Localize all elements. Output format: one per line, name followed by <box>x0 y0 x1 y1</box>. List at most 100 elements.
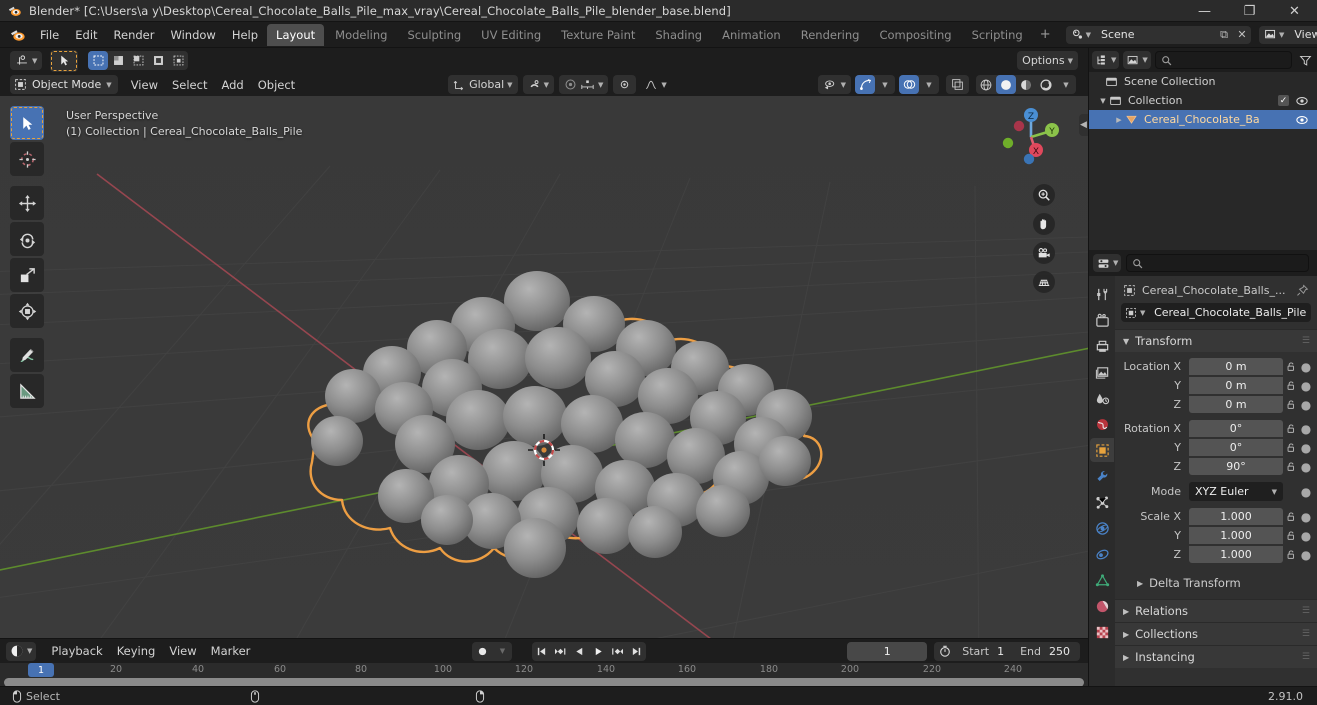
xray-toggle[interactable] <box>946 75 969 94</box>
proportional-falloff-selector[interactable] <box>613 75 637 94</box>
scene-new-button[interactable]: ⧉ <box>1215 25 1233 44</box>
select-set-icon[interactable] <box>88 51 109 70</box>
transform-panel-header[interactable]: ▼ Transform ☰ <box>1115 329 1317 352</box>
use-preview-range-icon[interactable] <box>934 645 956 657</box>
rotation-y-value[interactable]: 0° <box>1189 439 1283 456</box>
minimize-button[interactable]: — <box>1182 0 1227 22</box>
add-workspace-button[interactable]: + <box>1033 25 1058 44</box>
outliner-editor-type-selector[interactable]: ▼ <box>1092 51 1120 69</box>
play-reverse-button[interactable] <box>570 642 589 661</box>
view-layer-name-field[interactable]: View Layer <box>1288 25 1317 44</box>
scale-x-value[interactable]: 1.000 <box>1189 508 1283 525</box>
animate-dot-icon[interactable]: ● <box>1299 529 1313 543</box>
menu-render[interactable]: Render <box>106 25 163 45</box>
physics-tab[interactable] <box>1090 516 1114 540</box>
material-preview-shading-icon[interactable] <box>1016 75 1036 94</box>
lock-icon[interactable] <box>1283 423 1299 434</box>
workspace-tab-sculpting[interactable]: Sculpting <box>398 24 470 46</box>
tweak-tool-button[interactable] <box>10 106 44 140</box>
menu-file[interactable]: File <box>32 25 67 45</box>
auto-keying-record-icon[interactable] <box>472 642 492 661</box>
maximize-button[interactable]: ❐ <box>1227 0 1272 22</box>
animate-dot-icon[interactable]: ● <box>1299 360 1313 374</box>
outliner-row-collection[interactable]: ▼ Collection ✓ <box>1089 91 1317 110</box>
animate-dot-icon[interactable]: ● <box>1299 460 1313 474</box>
timeline-playhead[interactable]: 1 <box>28 663 54 677</box>
end-frame-value[interactable]: 250 <box>1047 645 1080 658</box>
menu-window[interactable]: Window <box>162 25 223 45</box>
menu-help[interactable]: Help <box>224 25 266 45</box>
scale-y-value[interactable]: 1.000 <box>1189 527 1283 544</box>
timeline-menu-marker[interactable]: Marker <box>204 642 258 660</box>
select-extend-icon[interactable] <box>108 51 128 70</box>
viewport-menu-select[interactable]: Select <box>165 76 214 94</box>
transform-orientation-selector[interactable]: Global ▼ <box>448 75 518 94</box>
workspace-tab-uv-editing[interactable]: UV Editing <box>472 24 550 46</box>
viewport-menu-object[interactable]: Object <box>251 76 302 94</box>
viewport-menu-add[interactable]: Add <box>214 76 250 94</box>
particles-tab[interactable] <box>1090 490 1114 514</box>
workspace-tab-scripting[interactable]: Scripting <box>963 24 1032 46</box>
render-tab[interactable] <box>1090 308 1114 332</box>
outliner-row-cereal-chocolate-balls[interactable]: ▶ Cereal_Chocolate_Ba <box>1089 110 1317 129</box>
properties-editor-type-selector[interactable]: ▼ <box>1093 254 1122 272</box>
constraints-tab[interactable] <box>1090 542 1114 566</box>
scale-z-value[interactable]: 1.000 <box>1189 546 1283 563</box>
view-layer-tab[interactable] <box>1090 360 1114 384</box>
rotation-x-value[interactable]: 0° <box>1189 420 1283 437</box>
interaction-mode-selector[interactable]: Object Mode ▼ <box>10 75 118 94</box>
timeline-track[interactable]: 20 40 60 80 100 120 140 160 180 200 220 … <box>0 663 1088 687</box>
play-button[interactable] <box>589 642 608 661</box>
modifier-tab[interactable] <box>1090 464 1114 488</box>
pan-hand-icon[interactable] <box>1033 213 1055 235</box>
workspace-tab-compositing[interactable]: Compositing <box>870 24 960 46</box>
jump-to-prev-keyframe-button[interactable] <box>551 642 570 661</box>
scale-tool-button[interactable] <box>10 258 44 292</box>
viewport-options-button[interactable]: Options ▼ <box>1017 51 1078 70</box>
animate-dot-icon[interactable]: ● <box>1299 379 1313 393</box>
blender-menu-icon[interactable] <box>10 27 26 43</box>
outliner-filter-button[interactable] <box>1296 54 1314 67</box>
active-tool-indicator[interactable] <box>50 49 79 72</box>
start-frame-value[interactable]: 1 <box>995 645 1014 658</box>
collections-panel-header[interactable]: ▶ Collections ☰ <box>1115 622 1317 645</box>
rotation-mode-dropdown[interactable]: XYZ Euler ▼ <box>1189 482 1283 501</box>
outliner-row-scene-collection[interactable]: Scene Collection <box>1089 72 1317 91</box>
view-layer-browse-button[interactable]: ▼ <box>1259 25 1289 44</box>
disclosure-triangle-icon[interactable]: ▶ <box>1113 116 1125 124</box>
animate-dot-icon[interactable]: ● <box>1299 510 1313 524</box>
editor-type-selector[interactable]: ▼ <box>10 51 43 70</box>
jump-to-end-button[interactable] <box>627 642 646 661</box>
lock-icon[interactable] <box>1283 530 1299 541</box>
solid-shading-icon[interactable] <box>996 75 1016 94</box>
viewport-menu-view[interactable]: View <box>124 76 165 94</box>
wireframe-shading-icon[interactable] <box>976 75 996 94</box>
move-tool-button[interactable] <box>10 186 44 220</box>
outliner-display-mode-selector[interactable]: ▼ <box>1123 51 1151 69</box>
object-browse-button[interactable]: ▼ <box>1121 303 1150 322</box>
texture-tab[interactable] <box>1090 620 1114 644</box>
transform-tool-button[interactable] <box>10 294 44 328</box>
sidebar-toggle[interactable]: ◀ <box>1079 114 1088 136</box>
workspace-tab-shading[interactable]: Shading <box>646 24 711 46</box>
eye-icon[interactable] <box>1295 95 1309 107</box>
cursor-tool-button[interactable] <box>10 142 44 176</box>
camera-view-icon[interactable] <box>1033 242 1055 264</box>
animate-dot-icon[interactable]: ● <box>1299 441 1313 455</box>
animate-dot-icon[interactable]: ● <box>1299 485 1313 499</box>
timeline-menu-keying[interactable]: Keying <box>110 642 163 660</box>
visibility-selector[interactable]: ▼ <box>817 75 851 94</box>
measure-tool-button[interactable] <box>10 374 44 408</box>
lock-icon[interactable] <box>1283 380 1299 391</box>
workspace-tab-modeling[interactable]: Modeling <box>326 24 396 46</box>
workspace-tab-layout[interactable]: Layout <box>267 23 325 46</box>
lock-icon[interactable] <box>1283 442 1299 453</box>
current-frame-field[interactable]: 1 <box>847 641 928 661</box>
timeline-menu-view[interactable]: View <box>162 642 203 660</box>
jump-to-next-keyframe-button[interactable] <box>608 642 627 661</box>
outliner-search-input[interactable] <box>1154 51 1292 69</box>
smooth-falloff-curve[interactable]: ▼ <box>639 75 671 94</box>
workspace-tab-animation[interactable]: Animation <box>713 24 790 46</box>
material-tab[interactable] <box>1090 594 1114 618</box>
scene-name-field[interactable]: Scene <box>1095 25 1215 44</box>
